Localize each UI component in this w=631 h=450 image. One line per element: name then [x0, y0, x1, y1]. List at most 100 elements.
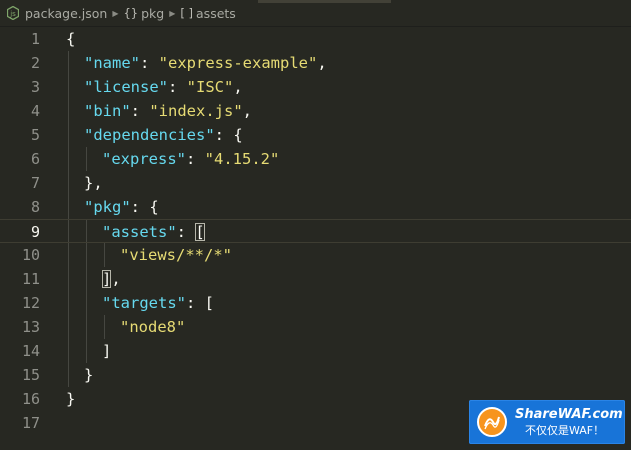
code-line[interactable]: 4 "bin": "index.js",: [0, 99, 631, 123]
line-content: },: [84, 171, 103, 195]
line-number: 4: [30, 102, 40, 120]
code-editor[interactable]: 1 { 2 "name": "express-example", 3 "lice…: [0, 27, 631, 450]
line-content: "license": "ISC",: [84, 75, 243, 99]
colon: :: [176, 223, 196, 241]
bracket-match-highlight: ]: [102, 270, 112, 288]
code-line[interactable]: 15 }: [0, 363, 631, 387]
breadcrumb-symbol-pkg-label: pkg: [141, 5, 165, 21]
nodejs-file-icon: js: [6, 5, 20, 21]
colon: :: [130, 198, 150, 216]
line-content: }: [66, 387, 75, 411]
breadcrumb-file-label: package.json: [25, 5, 108, 21]
brace: {: [233, 126, 243, 144]
code-line[interactable]: 14 ]: [0, 339, 631, 363]
comma: ,: [111, 270, 121, 288]
breadcrumb-symbol-pkg[interactable]: {} pkg: [123, 6, 164, 21]
comma: ,: [242, 102, 253, 120]
bracket: ]: [102, 342, 112, 360]
code-line[interactable]: 11 ],: [0, 267, 631, 291]
code-line[interactable]: 1 {: [0, 27, 631, 51]
line-number: 1: [30, 30, 40, 48]
line-number: 10: [21, 246, 40, 264]
json-key: "assets": [102, 223, 177, 241]
line-content: "views/**/*": [120, 243, 232, 267]
brace: }: [66, 390, 76, 408]
line-number: 8: [30, 198, 40, 216]
line-content: "dependencies": {: [84, 123, 243, 147]
line-content: "node8": [120, 315, 185, 339]
sharewaf-logo-icon: [477, 407, 507, 437]
brace: {: [149, 198, 159, 216]
breadcrumb-file[interactable]: js package.json: [6, 5, 108, 21]
code-line[interactable]: 7 },: [0, 171, 631, 195]
svg-text:js: js: [9, 10, 16, 18]
json-string: "4.15.2": [204, 150, 280, 168]
line-number: 9: [30, 223, 40, 241]
comma: ,: [233, 78, 243, 96]
json-key: "dependencies": [84, 126, 215, 144]
array-icon: [ ]: [180, 6, 194, 20]
json-string: "express-example": [158, 54, 318, 72]
colon: :: [214, 126, 234, 144]
line-content: "express": "4.15.2": [102, 147, 279, 171]
line-content: }: [84, 363, 93, 387]
comma: ,: [317, 54, 327, 72]
line-number: 11: [21, 270, 40, 288]
json-string: "views/**/*": [120, 246, 232, 264]
line-number: 2: [30, 54, 40, 72]
code-line-current[interactable]: 9 "assets": [: [0, 219, 631, 243]
bracket-match-highlight: [: [195, 223, 205, 241]
object-icon: {}: [123, 6, 139, 20]
line-number: 15: [21, 366, 40, 384]
line-content: "targets": [: [102, 291, 214, 315]
json-key: "pkg": [84, 198, 131, 216]
line-number: 17: [21, 414, 40, 432]
colon: :: [186, 150, 205, 168]
watermark-badge: ShareWAF.com 不仅仅是WAF！: [469, 400, 625, 444]
line-number: 16: [21, 390, 40, 408]
line-number: 5: [30, 126, 40, 144]
line-content: ]: [102, 339, 111, 363]
code-line[interactable]: 3 "license": "ISC",: [0, 75, 631, 99]
json-key: "express": [102, 150, 186, 168]
colon: :: [186, 294, 205, 312]
code-line[interactable]: 8 "pkg": {: [0, 195, 631, 219]
line-content: ],: [102, 267, 121, 291]
json-key: "license": [84, 78, 168, 96]
breadcrumb-symbol-assets-label: assets: [196, 5, 236, 21]
line-content: {: [66, 27, 75, 51]
code-line[interactable]: 2 "name": "express-example",: [0, 51, 631, 75]
colon: :: [168, 78, 187, 96]
line-number: 13: [21, 318, 40, 336]
breadcrumb-symbol-assets[interactable]: [ ] assets: [180, 6, 235, 21]
line-number: 3: [30, 78, 40, 96]
line-number: 6: [30, 150, 40, 168]
code-line[interactable]: 6 "express": "4.15.2": [0, 147, 631, 171]
line-content: "bin": "index.js",: [84, 99, 252, 123]
code-line[interactable]: 10 "views/**/*": [0, 243, 631, 267]
watermark-subtitle: 不仅仅是WAF！: [525, 423, 605, 437]
colon: :: [140, 54, 159, 72]
breadcrumb: js package.json ▶ {} pkg ▶ [ ] assets: [0, 0, 631, 27]
chevron-right-icon: ▶: [112, 8, 119, 18]
tab-accent: [258, 0, 391, 3]
line-content: "name": "express-example",: [84, 51, 327, 75]
code-line[interactable]: 13 "node8": [0, 315, 631, 339]
json-string: "node8": [120, 318, 186, 336]
line-number: 7: [30, 174, 40, 192]
watermark-text: ShareWAF.com 不仅仅是WAF！: [515, 407, 623, 438]
json-key: "targets": [102, 294, 186, 312]
code-line[interactable]: 12 "targets": [: [0, 291, 631, 315]
line-content: "pkg": {: [84, 195, 159, 219]
json-string: "ISC": [186, 78, 234, 96]
json-key: "bin": [84, 102, 131, 120]
brace: }: [84, 366, 94, 384]
code-line[interactable]: 5 "dependencies": {: [0, 123, 631, 147]
json-key: "name": [84, 54, 140, 72]
watermark-title: ShareWAF.com: [515, 406, 623, 422]
line-number: 14: [21, 342, 40, 360]
json-string: "index.js": [149, 102, 243, 120]
colon: :: [130, 102, 150, 120]
line-number: 12: [21, 294, 40, 312]
line-content: "assets": [: [102, 220, 205, 244]
